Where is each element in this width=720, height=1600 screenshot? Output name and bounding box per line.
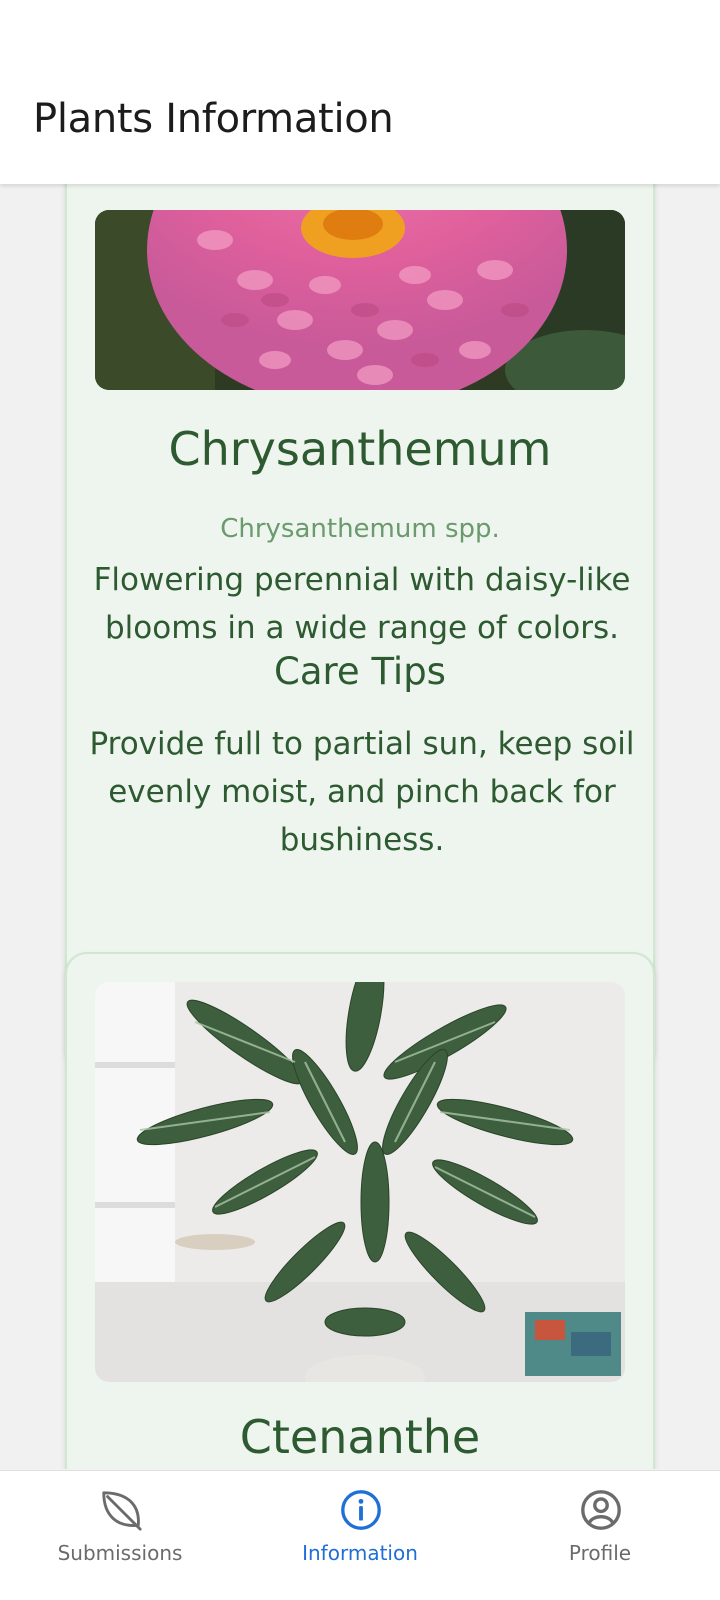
nav-item-label: Submissions bbox=[57, 1541, 183, 1565]
plant-photo bbox=[95, 982, 625, 1382]
plant-description: Flowering perennial with daisy-like bloo… bbox=[93, 562, 631, 646]
plant-card[interactable]: Ctenanthe bbox=[65, 952, 655, 1469]
plant-list[interactable]: Chrysanthemum Chrysanthemum spp. Floweri… bbox=[0, 184, 720, 1469]
nav-item-submissions[interactable]: Submissions bbox=[0, 1471, 240, 1600]
nav-item-information[interactable]: Information bbox=[240, 1471, 480, 1600]
bottom-navigation: Submissions Information Profile bbox=[0, 1470, 720, 1600]
plant-scientific-name: Chrysanthemum spp. bbox=[220, 514, 500, 544]
nav-item-profile[interactable]: Profile bbox=[480, 1471, 720, 1600]
plant-name: Chrysanthemum bbox=[168, 422, 552, 476]
leaf-icon bbox=[102, 1491, 142, 1531]
care-tips-heading: Care Tips bbox=[274, 650, 446, 693]
plant-name: Ctenanthe bbox=[239, 1410, 481, 1464]
plant-card[interactable]: Chrysanthemum Chrysanthemum spp. Floweri… bbox=[65, 184, 655, 1070]
page-title: Plants Information bbox=[33, 96, 394, 142]
care-tips-text: Provide full to partial sun, keep soil e… bbox=[89, 726, 635, 858]
info-circle-icon bbox=[341, 1490, 381, 1530]
plant-photo bbox=[95, 210, 625, 390]
nav-item-label: Profile bbox=[568, 1541, 632, 1565]
user-circle-icon bbox=[581, 1490, 621, 1530]
nav-item-label: Information bbox=[302, 1541, 418, 1565]
app-bar: Plants Information bbox=[0, 0, 720, 184]
